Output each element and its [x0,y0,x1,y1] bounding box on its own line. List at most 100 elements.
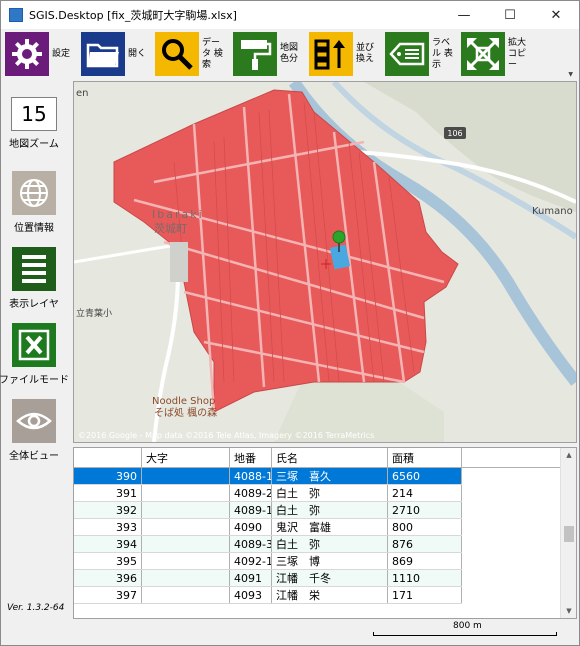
close-button[interactable]: ✕ [533,1,579,29]
cell-oaza[interactable] [142,536,230,552]
cell-area[interactable]: 2710 [388,502,462,518]
cell-chiban[interactable]: 4088-1 [230,468,272,484]
cell-oaza[interactable] [142,502,230,518]
expand-copy-button[interactable]: 拡大 コピー [461,32,532,76]
globe-icon [12,171,56,215]
table-row[interactable]: 392 4089-1 白土 弥 2710 [74,502,462,519]
settings-button[interactable]: 設定 [5,32,76,76]
table-row[interactable]: 395 4092-1 三塚 博 869 [74,553,462,570]
cell-chiban[interactable]: 4089-1 [230,502,272,518]
data-search-button[interactable]: データ 検索 [155,32,226,76]
table-row[interactable]: 397 4093 江幡 栄 171 [74,587,462,604]
table-row[interactable]: 391 4089-2 白土 弥 214 [74,485,462,502]
cell-oaza[interactable] [142,485,230,501]
app-window: SGIS.Desktop [fix_茨城町大字駒場.xlsx] — ☐ ✕ 設定… [0,0,580,646]
cell-chiban[interactable]: 4090 [230,519,272,535]
folder-icon [81,32,125,76]
cell-area[interactable]: 800 [388,519,462,535]
sort-button[interactable]: 並び 換え [309,32,380,76]
map-attribution: ©2016 Google - Map data ©2016 Tele Atlas… [78,431,374,440]
label-display-button[interactable]: ラベル 表示 [385,32,456,76]
table-row[interactable]: 394 4089-3 白土 弥 876 [74,536,462,553]
full-view-button[interactable]: 全体ビュー [1,399,67,462]
grid-vertical-scrollbar[interactable]: ▲ ▼ [560,448,576,618]
map-zoom-label: 地図ズーム [9,139,59,150]
cell-name[interactable]: 白土 弥 [272,536,388,552]
zoom-level-display[interactable]: 15 [11,97,57,131]
map-zoom-control[interactable]: 15 地図ズーム [1,97,67,150]
map-color-button[interactable]: 地図 色分 [233,32,304,76]
cell-rownum[interactable]: 397 [74,587,142,603]
grid-header: 大字 地番 氏名 面積 [74,448,562,468]
cell-rownum[interactable]: 394 [74,536,142,552]
map-canvas[interactable]: 106 en Ibaraki 茨城町 Kumano 立青葉小 Noodle Sh… [74,82,576,442]
data-grid[interactable]: 大字 地番 氏名 面積 390 4088-1 三塚 喜久 6560 391 4089-2 白… [73,447,577,619]
cell-area[interactable]: 1110 [388,570,462,586]
cell-name[interactable]: 江幡 千冬 [272,570,388,586]
open-label: 開く [128,48,147,59]
cell-area[interactable]: 214 [388,485,462,501]
cell-rownum[interactable]: 396 [74,570,142,586]
title-bar: SGIS.Desktop [fix_茨城町大字駒場.xlsx] — ☐ ✕ [1,1,579,29]
route-number: 106 [447,129,462,138]
table-row[interactable]: 393 4090 鬼沢 富雄 800 [74,519,462,536]
cell-area[interactable]: 869 [388,553,462,569]
paint-roller-icon [233,32,277,76]
cell-rownum[interactable]: 390 [74,468,142,484]
cell-name[interactable]: 三塚 博 [272,553,388,569]
minimize-button[interactable]: — [441,1,487,29]
cell-oaza[interactable] [142,519,230,535]
cell-rownum[interactable]: 393 [74,519,142,535]
maximize-button[interactable]: ☐ [487,1,533,29]
scroll-thumb[interactable] [564,526,574,542]
cell-oaza[interactable] [142,553,230,569]
table-row[interactable]: 396 4091 江幡 千冬 1110 [74,570,462,587]
map-label-shop-en: Noodle Shop [152,396,215,407]
cell-area[interactable]: 876 [388,536,462,552]
cell-chiban[interactable]: 4091 [230,570,272,586]
cell-rownum[interactable]: 392 [74,502,142,518]
cell-chiban[interactable]: 4089-3 [230,536,272,552]
map-label-ibaraki-en: Ibaraki [152,208,204,221]
town-block [170,242,188,282]
cell-area[interactable]: 171 [388,587,462,603]
location-button[interactable]: 位置情報 [1,171,67,234]
expand-icon [461,32,505,76]
cell-name[interactable]: 白土 弥 [272,485,388,501]
column-header-area[interactable]: 面積 [388,448,462,467]
toolbar-overflow-icon[interactable]: ▼ [568,71,573,78]
cell-oaza[interactable] [142,587,230,603]
display-layer-button[interactable]: 表示レイヤ [1,247,67,310]
cell-name[interactable]: 白土 弥 [272,502,388,518]
display-layer-label: 表示レイヤ [9,299,59,310]
open-button[interactable]: 開く [81,32,152,76]
map-label-school: 立青葉小 [76,307,112,319]
cell-name[interactable]: 江幡 栄 [272,587,388,603]
version-text: Ver. 1.3.2-64 [7,603,65,613]
table-row[interactable]: 390 4088-1 三塚 喜久 6560 [74,468,462,485]
column-header-name[interactable]: 氏名 [272,448,388,467]
scroll-up-icon[interactable]: ▲ [561,451,576,459]
label-display-label: ラベル 表示 [432,37,453,70]
cell-oaza[interactable] [142,570,230,586]
cell-name[interactable]: 三塚 喜久 [272,468,388,484]
scroll-down-icon[interactable]: ▼ [561,607,576,615]
cell-chiban[interactable]: 4089-2 [230,485,272,501]
map-view[interactable]: 106 en Ibaraki 茨城町 Kumano 立青葉小 Noodle Sh… [73,81,577,443]
cell-oaza[interactable] [142,468,230,484]
location-label: 位置情報 [14,223,54,234]
excel-icon [12,323,56,367]
cell-area[interactable]: 6560 [388,468,462,484]
column-header-chiban[interactable]: 地番 [230,448,272,467]
window-title: SGIS.Desktop [fix_茨城町大字駒場.xlsx] [29,9,237,22]
app-icon [9,8,23,22]
cell-chiban[interactable]: 4093 [230,587,272,603]
eye-icon [12,399,56,443]
column-header-rownum[interactable] [74,448,142,467]
file-mode-button[interactable]: ファイルモード [0,323,69,386]
cell-chiban[interactable]: 4092-1 [230,553,272,569]
cell-rownum[interactable]: 391 [74,485,142,501]
cell-rownum[interactable]: 395 [74,553,142,569]
column-header-oaza[interactable]: 大字 [142,448,230,467]
cell-name[interactable]: 鬼沢 富雄 [272,519,388,535]
